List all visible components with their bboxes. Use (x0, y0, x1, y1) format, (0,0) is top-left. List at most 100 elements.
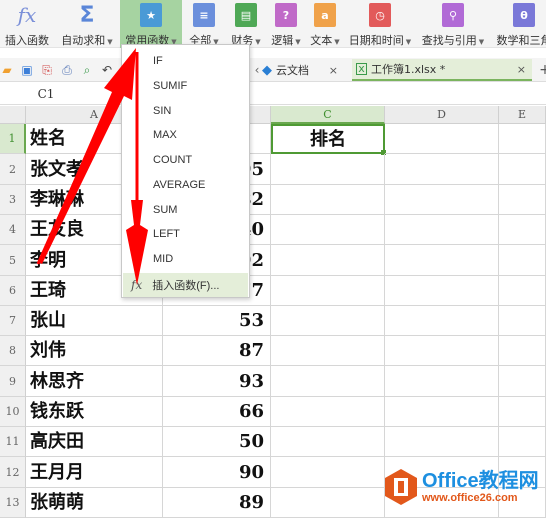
tab-workbook1[interactable]: x 工作簿1.xlsx * × (352, 59, 532, 81)
logic-functions-button[interactable]: ? 逻辑 ▼ (266, 0, 306, 48)
menu-item-max[interactable]: MAX (123, 123, 248, 147)
cell-empty[interactable] (385, 427, 499, 457)
math-functions-button[interactable]: θ 数学和三角 (494, 0, 546, 48)
column-header-c[interactable]: C (271, 106, 385, 124)
cell-name[interactable]: 钱东跃 (26, 397, 163, 427)
tab-cloud-docs[interactable]: ◆ 云文档 × (262, 59, 342, 81)
menu-item-count[interactable]: COUNT (123, 148, 248, 172)
select-all-corner[interactable] (0, 106, 26, 124)
cell-empty[interactable] (271, 457, 385, 488)
cell-empty[interactable] (499, 336, 546, 366)
cell-empty[interactable] (271, 397, 385, 427)
print-preview-icon[interactable]: ⌕ (80, 63, 94, 77)
row-header[interactable]: 6 (0, 276, 26, 306)
cell-empty[interactable] (385, 366, 499, 397)
new-tab-icon[interactable]: + (538, 63, 546, 77)
cell-empty[interactable] (499, 397, 546, 427)
column-header-d[interactable]: D (385, 106, 499, 124)
cell-empty[interactable] (271, 276, 385, 306)
row-header[interactable]: 10 (0, 397, 26, 427)
cell-empty[interactable] (271, 427, 385, 457)
cell-name[interactable]: 张萌萌 (26, 488, 163, 518)
cell-empty[interactable] (385, 215, 499, 245)
cell-empty[interactable] (271, 336, 385, 366)
menu-item-sin[interactable]: SIN (123, 99, 248, 123)
row-header[interactable]: 13 (0, 488, 26, 518)
finance-functions-button[interactable]: ▤ 财务 ▼ (226, 0, 266, 48)
menu-item-if[interactable]: IF (123, 49, 248, 73)
cell-empty[interactable] (271, 154, 385, 185)
cell-name[interactable]: 林思齐 (26, 366, 163, 397)
menu-item-mid[interactable]: MID (123, 247, 248, 271)
open-folder-icon[interactable]: ▰ (0, 63, 14, 77)
cell-empty[interactable] (499, 427, 546, 457)
row-header[interactable]: 12 (0, 457, 26, 488)
cell-empty[interactable] (499, 306, 546, 336)
cell-score[interactable]: 93 (163, 366, 271, 397)
cell-empty[interactable] (499, 276, 546, 306)
cell-empty[interactable] (271, 185, 385, 215)
cell-score[interactable]: 53 (163, 306, 271, 336)
cell-empty[interactable] (499, 154, 546, 185)
cell-score[interactable]: 89 (163, 488, 271, 518)
all-functions-button[interactable]: ≡ 全部 ▼ (184, 0, 224, 48)
cell-score[interactable]: 90 (163, 457, 271, 488)
cell-empty[interactable] (499, 245, 546, 276)
cell-empty[interactable] (385, 245, 499, 276)
menu-item-sum[interactable]: SUM (123, 198, 248, 222)
cell-empty[interactable] (385, 336, 499, 366)
row-header[interactable]: 8 (0, 336, 26, 366)
save-icon[interactable]: ▣ (20, 63, 34, 77)
cell-score[interactable]: 87 (163, 336, 271, 366)
cell-empty[interactable] (385, 276, 499, 306)
cell-name[interactable]: 张山 (26, 306, 163, 336)
menu-item-insert-function[interactable]: fx 插入函数(F)... (123, 273, 248, 297)
menu-item-average[interactable]: AVERAGE (123, 173, 248, 197)
active-cell-c1[interactable]: 排名 (271, 124, 385, 154)
cell-empty[interactable] (499, 185, 546, 215)
datetime-functions-button[interactable]: ◷ 日期和时间 ▼ (346, 0, 414, 48)
close-tab-icon[interactable]: × (517, 63, 532, 76)
cell-score[interactable]: 50 (163, 427, 271, 457)
close-tab-icon[interactable]: × (329, 64, 342, 77)
insert-function-button[interactable]: fx 插入函数 (2, 0, 52, 48)
cell-empty[interactable] (499, 124, 546, 154)
cell-empty[interactable] (499, 366, 546, 397)
cell-empty[interactable] (385, 154, 499, 185)
spreadsheet-file-icon: x (356, 63, 367, 75)
menu-item-left[interactable]: LEFT (123, 222, 248, 246)
cell-empty[interactable] (271, 488, 385, 518)
cell-empty[interactable] (271, 306, 385, 336)
cell-empty[interactable] (385, 124, 499, 154)
row-header[interactable]: 2 (0, 154, 26, 185)
export-pdf-icon[interactable]: ⎘ (40, 63, 54, 77)
cell-name[interactable]: 王月月 (26, 457, 163, 488)
undo-icon[interactable]: ↶ (100, 63, 114, 77)
text-functions-button[interactable]: a 文本 ▼ (306, 0, 344, 48)
cell-score[interactable]: 66 (163, 397, 271, 427)
cell-name[interactable]: 高庆田 (26, 427, 163, 457)
row-header[interactable]: 1 (0, 124, 26, 154)
cell-name[interactable]: 刘伟 (26, 336, 163, 366)
autosum-button[interactable]: Σ 自动求和 ▼ (58, 0, 116, 48)
row-header[interactable]: 3 (0, 185, 26, 215)
lookup-functions-button[interactable]: ⚲ 查找与引用 ▼ (418, 0, 488, 48)
cell-empty[interactable] (499, 215, 546, 245)
cell-empty[interactable] (385, 397, 499, 427)
common-functions-button[interactable]: ★ 常用函数 ▼ (120, 0, 182, 48)
column-header-e[interactable]: E (499, 106, 546, 124)
row-header[interactable]: 5 (0, 245, 26, 276)
wps-spreadsheet-window: fx 插入函数 Σ 自动求和 ▼ ★ 常用函数 ▼ ≡ 全部 ▼ ▤ 财务 ▼ ? 逻辑… (0, 0, 546, 518)
cell-empty[interactable] (271, 245, 385, 276)
cell-empty[interactable] (385, 306, 499, 336)
row-header[interactable]: 7 (0, 306, 26, 336)
row-header[interactable]: 11 (0, 427, 26, 457)
menu-item-sumif[interactable]: SUMIF (123, 74, 248, 98)
cell-empty[interactable] (271, 366, 385, 397)
row-header[interactable]: 9 (0, 366, 26, 397)
cell-empty[interactable] (385, 185, 499, 215)
row-header[interactable]: 4 (0, 215, 26, 245)
print-icon[interactable]: ⎙ (60, 63, 74, 77)
name-box[interactable]: C1 (0, 83, 92, 105)
cell-empty[interactable] (271, 215, 385, 245)
